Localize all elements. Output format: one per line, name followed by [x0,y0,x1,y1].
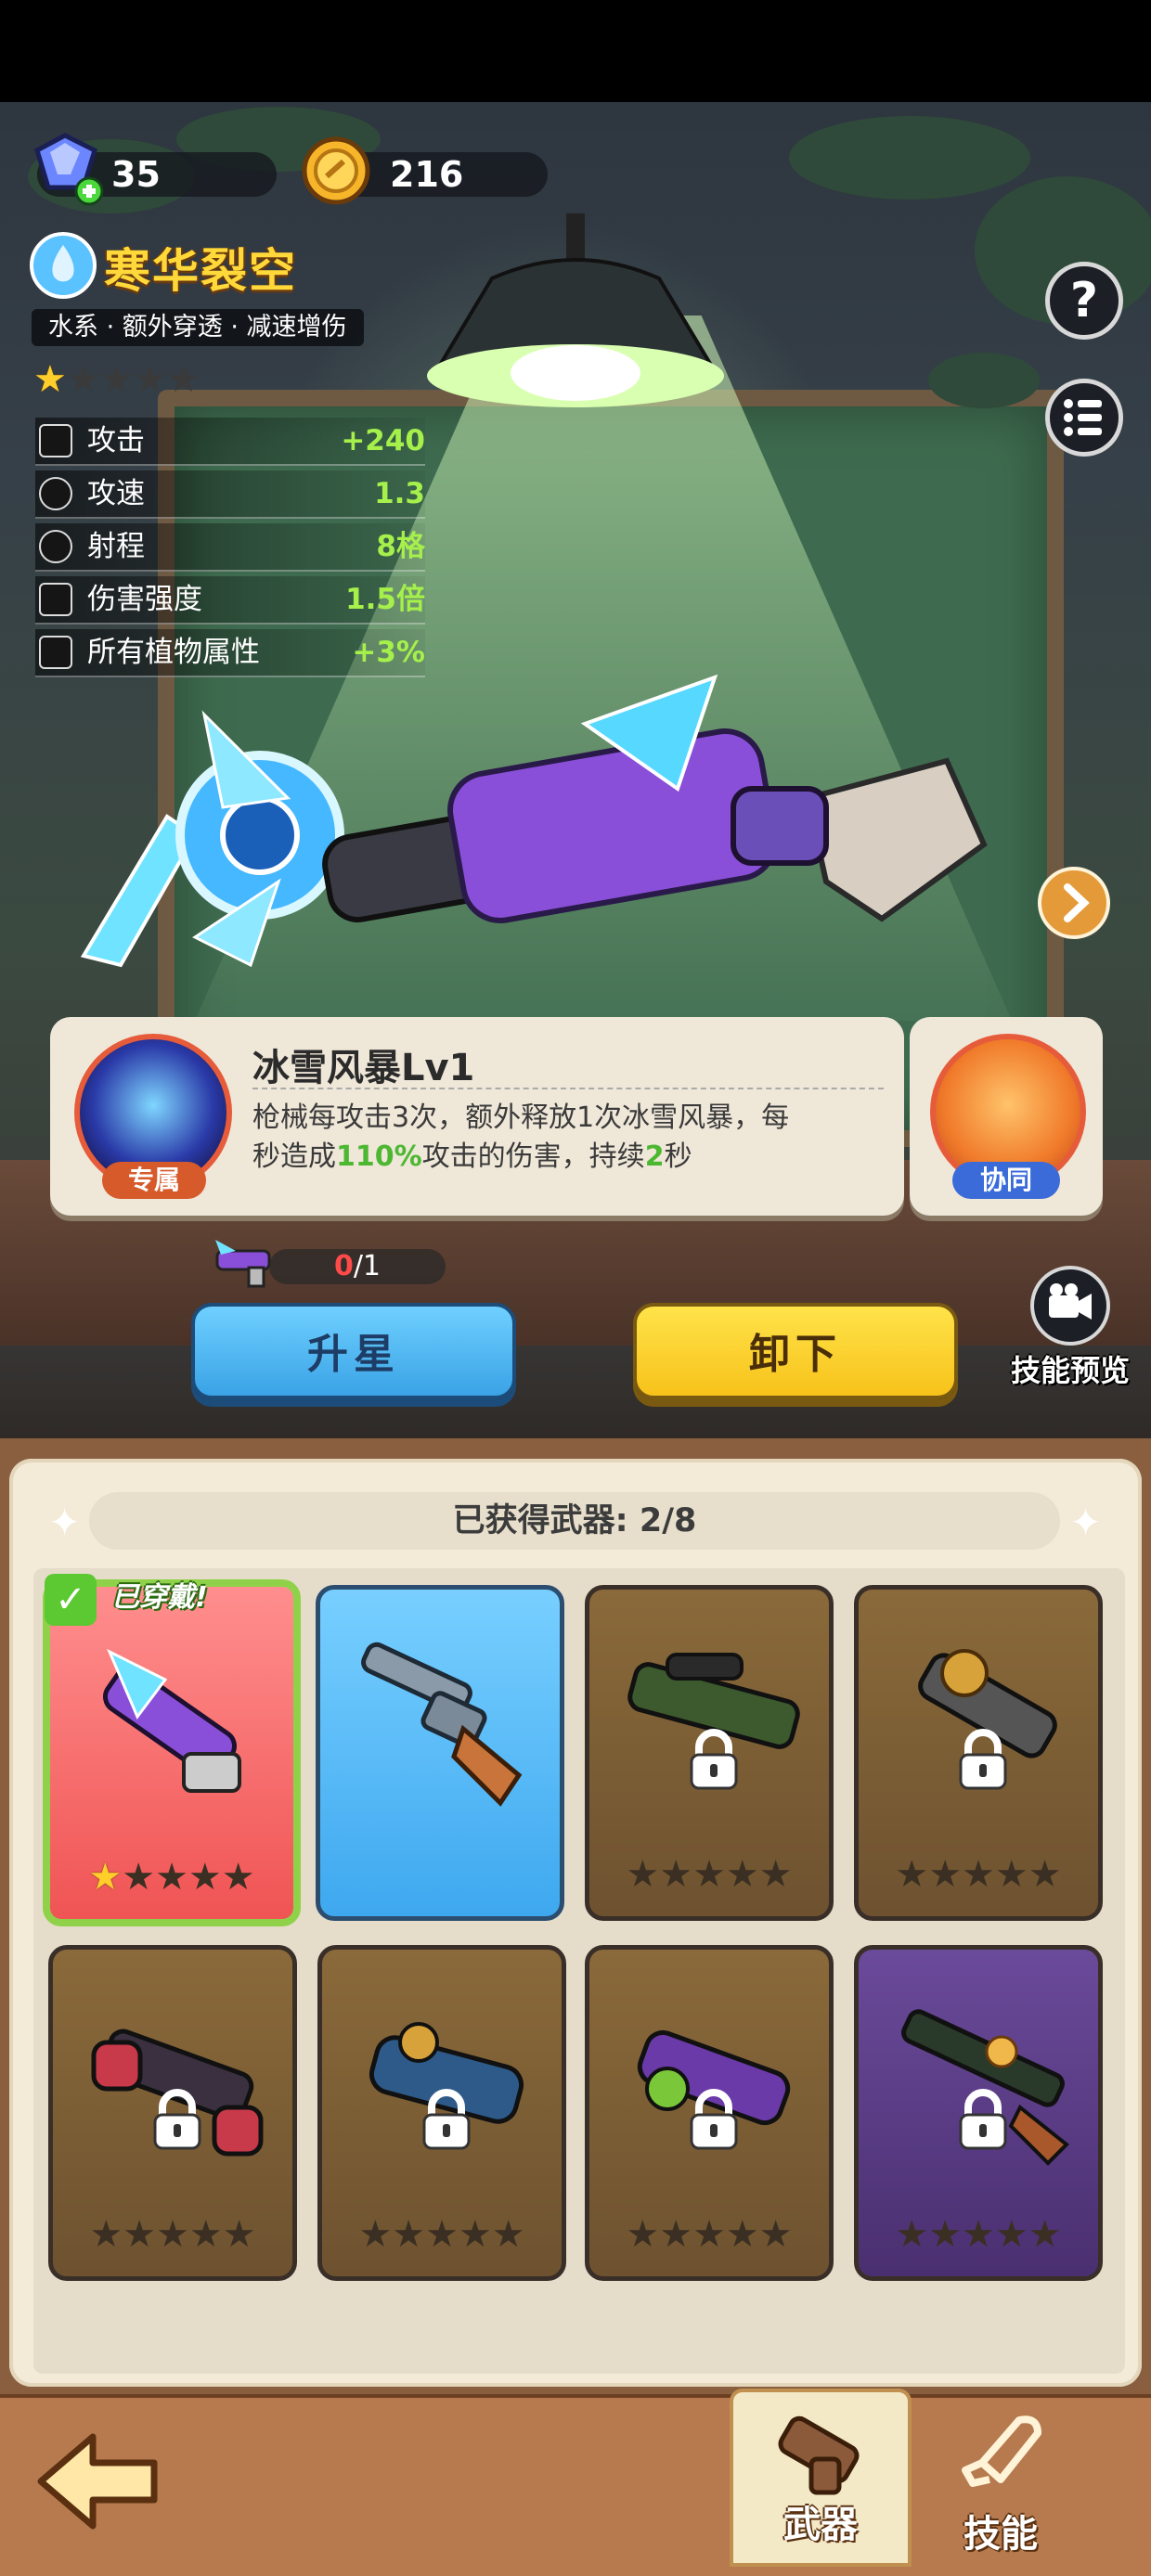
skill-description-line-2: 秒造成110%攻击的伤害，持续2秒 [252,1138,865,1177]
stat-row-range: 射程 8格 [35,523,425,572]
skill-description-line-1: 枪械每攻击3次，额外释放1次冰雪风暴，每 [252,1101,790,1134]
back-arrow-icon [37,2433,158,2530]
star-filled-icon: ★ [33,358,67,401]
help-button[interactable]: ? [1045,262,1123,340]
card-star-rating: ★★★★★ [88,1856,255,1899]
star-up-button[interactable]: 升星 [191,1303,516,1399]
attack-icon [39,424,72,457]
stat-row-plant-attributes: 所有植物属性 +3% [35,629,425,677]
attack-speed-icon [39,477,72,510]
unequip-button[interactable]: 卸下 [633,1303,958,1399]
range-icon [39,530,72,563]
stat-row-damage-strength: 伤害强度 1.5倍 [35,576,425,625]
stat-label: 攻击 [87,424,145,457]
shotgun-thumbnail [361,1642,523,1807]
check-icon: ✓ [45,1574,97,1626]
weapon-card-shotgun[interactable] [316,1585,564,1921]
gem-count: 35 [111,154,161,195]
question-mark-icon: ? [1069,273,1099,328]
list-icon [1064,399,1102,436]
weapon-tab-icon [778,2415,860,2495]
weapon-name: 寒华裂空 [104,244,297,298]
weapon-card-locked[interactable]: ★★★★★ [48,1945,297,2281]
tab-skills-label: 技能 [963,2513,1038,2556]
weapon-card-equipped[interactable]: ★★★★★ [43,1579,301,1926]
star-empty-icon: ★★★★ [66,358,200,401]
stat-label: 伤害强度 [87,583,202,616]
stat-row-attack: 攻击 +240 [35,418,425,466]
stat-value: 8格 [376,530,425,563]
lock-icon [959,1729,1007,1790]
skill-preview-label: 技能预览 [1010,1353,1130,1388]
plant-attribute-icon [39,636,72,669]
skill-card[interactable]: 专属 冰雪风暴Lv1 枪械每攻击3次，额外释放1次冰雪风暴，每 秒造成110%攻… [50,1017,904,1216]
sparkle-decoration-left: ✦ [48,1500,82,1545]
card-star-rating: ★★★★★ [89,2213,256,2256]
card-star-rating: ★★★★★ [895,2213,1062,2256]
next-weapon-button[interactable] [1038,867,1110,939]
water-element-icon [30,232,97,299]
stat-value: 1.3 [374,477,425,510]
card-star-rating: ★★★★★ [358,2213,525,2256]
back-button[interactable] [28,2426,167,2537]
equipped-label: 已穿戴! [111,1581,208,1614]
lock-icon [690,1729,738,1790]
sparkle-decoration-right: ✦ [1069,1500,1103,1545]
video-camera-icon [1030,1266,1110,1346]
ice-gun-thumbnail [103,1648,241,1793]
coin-count: 216 [390,154,464,195]
stat-label: 射程 [87,530,145,563]
stat-value: +3% [352,636,425,669]
tab-weapons[interactable]: 武器 [730,2389,912,2567]
list-button[interactable] [1045,379,1123,457]
skill-title: 冰雪风暴Lv1 [252,1047,475,1089]
rocket-icon [962,2415,1041,2487]
stat-value: +240 [341,424,425,457]
lock-icon [422,2089,471,2150]
skill-divider [252,1088,884,1089]
weapon-card-locked[interactable]: ★★★★★ [854,1585,1103,1921]
lock-icon [153,2089,201,2150]
tab-skills[interactable]: 技能 [910,2394,1092,2572]
weapon-card-locked[interactable]: ★★★★★ [585,1585,834,1921]
weapon-card-locked[interactable]: ★★★★★ [585,1945,834,2281]
stat-label: 攻速 [87,477,145,510]
weapon-star-rating: ★★★★★ [33,356,200,403]
weapon-card-locked[interactable]: ★★★★★ [317,1945,566,2281]
progress-required: /1 [353,1250,382,1282]
desc-text: 秒造成 [252,1140,336,1173]
progress-current: 0 [333,1250,354,1282]
workshop-scene [0,102,1151,1438]
exclusive-badge: 专属 [102,1162,206,1199]
card-star-rating: ★★★★★ [626,1853,793,1896]
card-star-rating: ★★★★★ [895,1853,1062,1896]
desc-highlight: 110% [336,1140,422,1173]
card-star-rating: ★★★★★ [626,2213,793,2256]
desc-highlight: 2 [644,1140,665,1173]
stat-label: 所有植物属性 [87,636,260,669]
lock-icon [959,2089,1007,2150]
chevron-right-icon [1064,883,1090,922]
coop-skill-card[interactable]: 协同 [910,1017,1103,1216]
gem-icon[interactable] [30,132,110,208]
lock-icon [690,2089,738,2150]
status-bar [0,0,1151,102]
damage-strength-icon [39,583,72,616]
tab-weapons-label: 武器 [783,2504,858,2546]
desc-text: 秒 [664,1140,692,1173]
skill-preview-button[interactable]: 技能预览 [991,1266,1149,1405]
weapon-tags: 水系 · 额外穿透 · 减速增伤 [32,309,364,346]
desc-text: 攻击的伤害，持续 [421,1140,645,1173]
stat-value: 1.5倍 [345,583,425,616]
coop-badge: 协同 [952,1162,1060,1199]
skill-description: 枪械每攻击3次，额外释放1次冰雪风暴，每 秒造成110%攻击的伤害，持续2秒 [252,1099,865,1177]
coin-icon [302,136,370,205]
weapon-card-locked[interactable]: ★★★★★ [854,1945,1103,2281]
inventory-header: 已获得武器: 2/8 [89,1492,1060,1550]
star-up-progress: 0/1 [269,1249,446,1284]
stat-row-attack-speed: 攻速 1.3 [35,470,425,519]
